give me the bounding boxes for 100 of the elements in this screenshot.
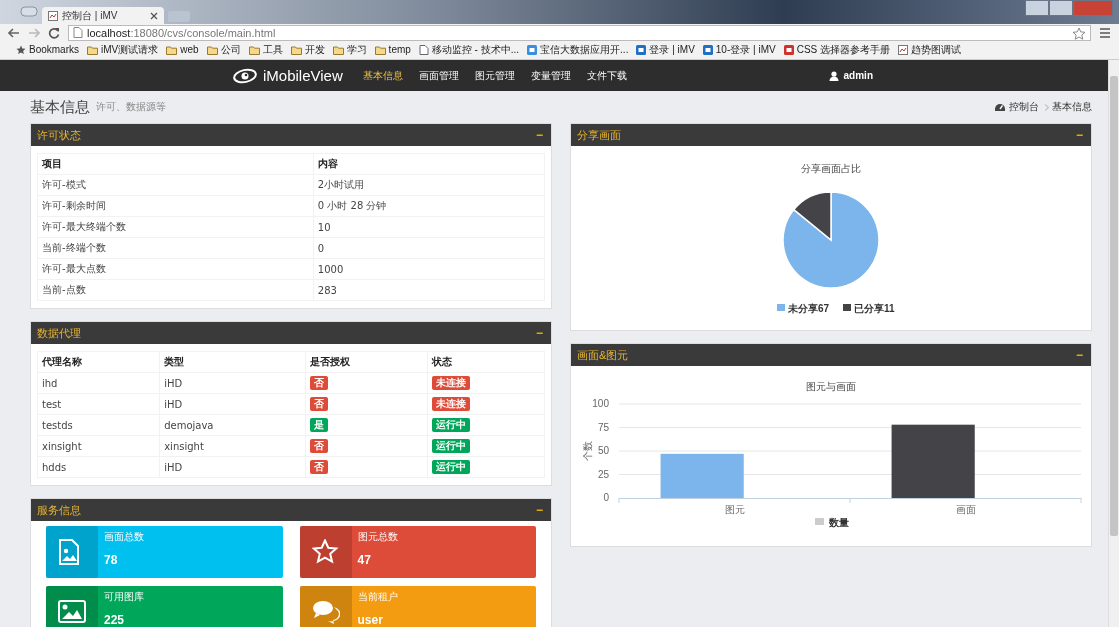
forward-icon[interactable]: [28, 27, 40, 39]
reload-icon[interactable]: [48, 27, 60, 39]
bookmark[interactable]: Bookmarks: [16, 44, 79, 55]
tile-value: 78: [104, 553, 119, 567]
table-cell: 许可-最大终端个数: [37, 216, 314, 238]
tile-value: 225: [104, 613, 126, 627]
status-label: 是: [309, 418, 328, 432]
bookmark[interactable]: 公司: [206, 42, 241, 57]
folder-icon: [166, 44, 178, 55]
table-cell: 许可-最大点数: [37, 258, 314, 280]
folder-icon: [87, 44, 98, 55]
collapse-button[interactable]: −: [534, 327, 545, 339]
nav-link[interactable]: 基本信息: [354, 68, 411, 83]
table-cell: test: [37, 393, 160, 415]
column-header: 代理名称: [37, 351, 160, 373]
legend-item: 已分享11: [843, 303, 895, 314]
breadcrumb-current: 基本信息: [1052, 100, 1092, 114]
status-label: 未连接: [431, 376, 470, 390]
menu-icon[interactable]: [1099, 27, 1111, 39]
table-cell: 0: [313, 237, 545, 259]
bookmark[interactable]: web: [166, 44, 199, 55]
column-header: 类型: [159, 351, 306, 373]
legend-item: 未分享67: [777, 303, 830, 314]
bookmark[interactable]: temp: [374, 44, 411, 55]
legend-label: 未分享67: [787, 303, 830, 314]
table-cell: 当前-点数: [37, 279, 314, 301]
status-label: 未连接: [431, 397, 470, 411]
tile-label: 当前租户: [357, 590, 398, 604]
chart-title: 图元与画面: [806, 381, 856, 392]
table-cell: iHD: [159, 393, 306, 415]
collapse-button[interactable]: −: [1074, 349, 1085, 361]
nav-link[interactable]: 图元管理: [466, 68, 523, 83]
star-icon: [16, 44, 26, 55]
tab-title: 控制台 | iMV: [62, 8, 119, 23]
nav-link[interactable]: 文件下载: [578, 68, 635, 83]
browser-menu-icon[interactable]: [20, 4, 38, 18]
table-cell: xinsight: [37, 435, 160, 457]
maximize-button[interactable]: [1049, 0, 1073, 16]
status-label: 运行中: [431, 418, 470, 432]
bookmark[interactable]: 移动监控 - 技术中...: [418, 42, 520, 57]
folder-icon: [248, 44, 260, 55]
axis-title: 个数: [582, 441, 593, 461]
browser-tab[interactable]: 控制台 | iMV: [42, 7, 164, 24]
minimize-button[interactable]: [1025, 0, 1049, 16]
breadcrumb-link[interactable]: 控制台: [994, 100, 1039, 114]
collapse-button[interactable]: −: [534, 129, 545, 141]
column-header: 内容: [313, 153, 545, 175]
brand-name: iMobileView: [263, 67, 343, 84]
table-cell: testds: [37, 414, 160, 436]
nav-link[interactable]: 变量管理: [522, 68, 579, 83]
folder-icon: [374, 44, 386, 55]
bookmark[interactable]: 工具: [248, 42, 283, 57]
collapse-button[interactable]: −: [534, 504, 545, 516]
table-cell: 2小时试用: [313, 174, 545, 196]
bookmark[interactable]: CSS 选择器参考手册: [783, 42, 890, 57]
bookmark[interactable]: 学习: [332, 42, 367, 57]
chat-bubbles-icon: [311, 599, 340, 625]
star-icon[interactable]: [1072, 26, 1086, 40]
status-label: 运行中: [431, 460, 470, 474]
star-icon: [311, 539, 340, 565]
table-cell: iHD: [159, 456, 306, 478]
page-icon: [48, 10, 58, 21]
table-cell: 许可-剩余时间: [37, 195, 314, 217]
nav-link[interactable]: 画面管理: [410, 68, 467, 83]
table-cell: xinsight: [159, 435, 306, 457]
panel-title: 画面&图元: [577, 347, 629, 363]
page-subtitle: 许可、数据源等: [96, 100, 166, 114]
page-title: 基本信息: [30, 97, 90, 117]
chart-icon: [898, 44, 908, 55]
table-cell: iHD: [159, 372, 306, 394]
page-icon: [418, 44, 429, 55]
back-icon[interactable]: [8, 27, 20, 39]
collapse-button[interactable]: −: [1074, 129, 1085, 141]
table-cell: 许可-模式: [37, 174, 314, 196]
axis-tick-label: 100: [592, 398, 609, 409]
panel-title: 许可状态: [37, 127, 81, 143]
bookmark[interactable]: 登录 | iMV: [636, 42, 695, 57]
table-cell: 10: [313, 216, 545, 238]
tile-label: 画面总数: [104, 530, 144, 544]
legend-item: 数量: [815, 517, 849, 528]
folder-icon: [206, 44, 218, 55]
table-cell: 0 小时 28 分钟: [313, 195, 545, 217]
bookmark[interactable]: 宝信大数据应用开...: [527, 42, 629, 57]
table-cell: 1000: [313, 258, 545, 280]
bookmark[interactable]: 趋势图调试: [898, 42, 961, 57]
axis-tick-label: 25: [597, 468, 609, 480]
tile-label: 图元总数: [357, 530, 398, 544]
folder-icon: [290, 44, 302, 55]
table-cell: 当前-终端个数: [37, 237, 314, 259]
table-cell: ihd: [37, 372, 160, 394]
bookmark[interactable]: iMV测试请求: [87, 42, 159, 57]
axis-tick-label: 画面: [955, 504, 976, 515]
bookmark[interactable]: 10-登录 | iMV: [702, 42, 776, 57]
close-icon[interactable]: [150, 11, 158, 20]
eye-logo-icon: [233, 67, 257, 84]
axis-tick-label: 50: [597, 445, 609, 456]
column-header: 项目: [37, 153, 314, 175]
bookmark[interactable]: 开发: [290, 42, 325, 57]
address-field[interactable]: localhost:18080/cvs/console/main.html: [68, 25, 1091, 41]
user-menu[interactable]: admin: [828, 70, 873, 81]
